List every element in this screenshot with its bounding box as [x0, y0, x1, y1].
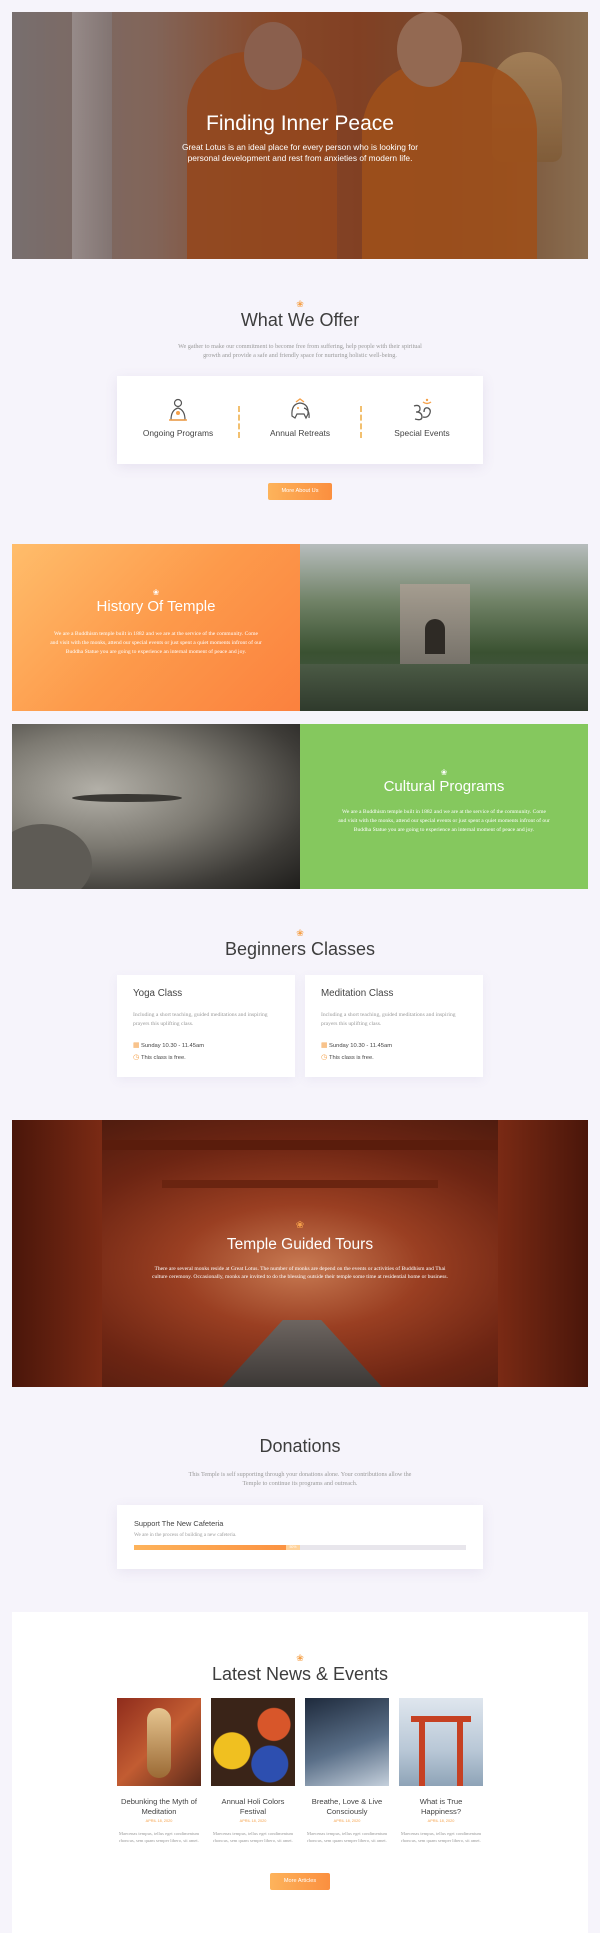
torii-beam: [102, 1140, 498, 1150]
news-image-candles: [305, 1698, 389, 1786]
history-title: History Of Temple: [96, 598, 216, 615]
tours-banner: ❀ Temple Guided Tours There are several …: [12, 1120, 588, 1387]
offer-item-special-events[interactable]: Special Events: [361, 376, 483, 464]
news-image-holi-colors: [211, 1698, 295, 1786]
offer-lotus-icon: ❀: [296, 299, 304, 309]
news-card-date: APRIL 18, 2020: [333, 1819, 361, 1823]
donations-description: This Temple is self supporting through y…: [188, 1471, 412, 1487]
class-description: Including a short teaching, guided medit…: [321, 1012, 456, 1027]
donations-title: Donations: [259, 1436, 341, 1456]
offer-item-ongoing-programs[interactable]: Ongoing Programs: [117, 376, 239, 464]
clock-icon: ◷: [321, 1054, 328, 1061]
tours-lotus-icon: ❀: [295, 1220, 305, 1231]
classes-title: Beginners Classes: [224, 939, 376, 959]
calendar-icon: ▦: [133, 1042, 140, 1049]
news-card-title[interactable]: What is True Happiness?: [399, 1797, 483, 1816]
news-card-excerpt: Maecenas tempus, tellus eget condimentum…: [306, 1831, 388, 1843]
tour-path: [222, 1320, 382, 1387]
tours-title: Temple Guided Tours: [226, 1236, 374, 1253]
news-card-date: APRIL 18, 2020: [239, 1819, 267, 1823]
offer-card: Ongoing Programs Annual Retreats Special…: [117, 376, 483, 464]
torii-right-post: [457, 1722, 463, 1786]
news-card[interactable]: Breathe, Love & Live Consciously APRIL 1…: [305, 1698, 389, 1844]
class-time: ▦Sunday 10.30 - 11.45am: [321, 1042, 393, 1049]
news-card-date: APRIL 18, 2020: [427, 1819, 455, 1823]
news-card-title[interactable]: Annual Holi Colors Festival: [211, 1797, 295, 1816]
offer-description: We gather to make our commitment to beco…: [178, 343, 422, 359]
news-card[interactable]: Debunking the Myth of Meditation APRIL 1…: [117, 1698, 201, 1844]
news-card-excerpt: Maecenas tempus, tellus eget condimentum…: [118, 1831, 200, 1843]
news-card-title[interactable]: Debunking the Myth of Meditation: [117, 1797, 201, 1816]
cultural-panel: ❀ Cultural Programs We are a Buddhism te…: [300, 724, 588, 889]
class-price: ◷ This class is free.: [321, 1054, 374, 1061]
donation-progress-fill: [134, 1545, 300, 1550]
news-card[interactable]: Annual Holi Colors Festival APRIL 18, 20…: [211, 1698, 295, 1844]
class-description: Including a short teaching, guided medit…: [133, 1012, 268, 1027]
calendar-icon: ▦: [321, 1042, 328, 1049]
buddha-eye: [72, 794, 182, 802]
lotus-pond: [300, 664, 588, 711]
offer-item-label: Ongoing Programs: [142, 428, 214, 438]
cultural-text: We are a Buddhism temple built in 1882 a…: [338, 809, 550, 833]
history-lotus-icon: ❀: [152, 588, 160, 597]
temple-gate-image: [300, 544, 588, 711]
history-panel: ❀ History Of Temple We are a Buddhism te…: [12, 544, 300, 711]
campaign-title: Support The New Cafeteria: [134, 1519, 224, 1528]
news-card-excerpt: Maecenas tempus, tellus eget condimentum…: [400, 1831, 482, 1843]
offer-item-annual-retreats[interactable]: Annual Retreats: [239, 376, 361, 464]
donation-progress-bar: 50%: [134, 1545, 466, 1550]
hero-title: Finding Inner Peace: [206, 112, 394, 135]
gate-door: [425, 619, 445, 654]
cultural-lotus-icon: ❀: [440, 768, 448, 777]
buddha-nose: [12, 824, 92, 889]
hero-banner: Finding Inner Peace Great Lotus is an id…: [12, 12, 588, 259]
class-title: Yoga Class: [133, 988, 183, 999]
history-text: We are a Buddhism temple built in 1882 a…: [50, 631, 262, 655]
torii-beam: [162, 1180, 438, 1188]
bell-shape: [147, 1708, 171, 1778]
class-card-meditation[interactable]: Meditation Class Including a short teach…: [305, 975, 483, 1077]
class-price: ◷ This class is free.: [133, 1054, 186, 1061]
more-about-us-button[interactable]: More About Us: [268, 483, 332, 500]
news-card-excerpt: Maecenas tempus, tellus eget condimentum…: [212, 1831, 294, 1843]
clock-icon: ◷: [133, 1054, 140, 1061]
offer-item-label: Special Events: [394, 428, 450, 438]
more-articles-button[interactable]: More Articles: [270, 1873, 330, 1890]
classes-lotus-icon: ❀: [296, 928, 304, 938]
campaign-description: We are in the process of building a new …: [134, 1532, 237, 1538]
news-image-torii-gate: [399, 1698, 483, 1786]
donation-campaign-card[interactable]: Support The New Cafeteria We are in the …: [117, 1505, 483, 1569]
offer-title: What We Offer: [240, 310, 360, 330]
news-card-title[interactable]: Breathe, Love & Live Consciously: [305, 1797, 389, 1816]
tours-text: There are several monks reside at Great …: [152, 1266, 448, 1281]
news-image-meditation: [117, 1698, 201, 1786]
om-symbol-icon: [413, 398, 432, 421]
elephant-icon: [291, 398, 310, 420]
offer-item-label: Annual Retreats: [269, 428, 331, 438]
class-time: ▦Sunday 10.30 - 11.45am: [133, 1042, 205, 1049]
hero-subtitle: Great Lotus is an ideal place for every …: [181, 142, 419, 163]
news-card[interactable]: What is True Happiness? APRIL 18, 2020 M…: [399, 1698, 483, 1844]
donation-progress-label: 50%: [286, 1545, 300, 1550]
news-lotus-icon: ❀: [296, 1653, 304, 1663]
class-title: Meditation Class: [321, 988, 394, 999]
buddha-face-image: [12, 724, 300, 889]
class-card-yoga[interactable]: Yoga Class Including a short teaching, g…: [117, 975, 295, 1077]
news-card-date: APRIL 18, 2020: [145, 1819, 173, 1823]
meditating-buddha-icon: [169, 398, 187, 421]
news-section: ❀ Latest News & Events Debunking the Myt…: [12, 1612, 588, 1933]
cultural-title: Cultural Programs: [383, 778, 505, 795]
torii-left-post: [419, 1722, 425, 1786]
news-title: Latest News & Events: [211, 1664, 389, 1684]
